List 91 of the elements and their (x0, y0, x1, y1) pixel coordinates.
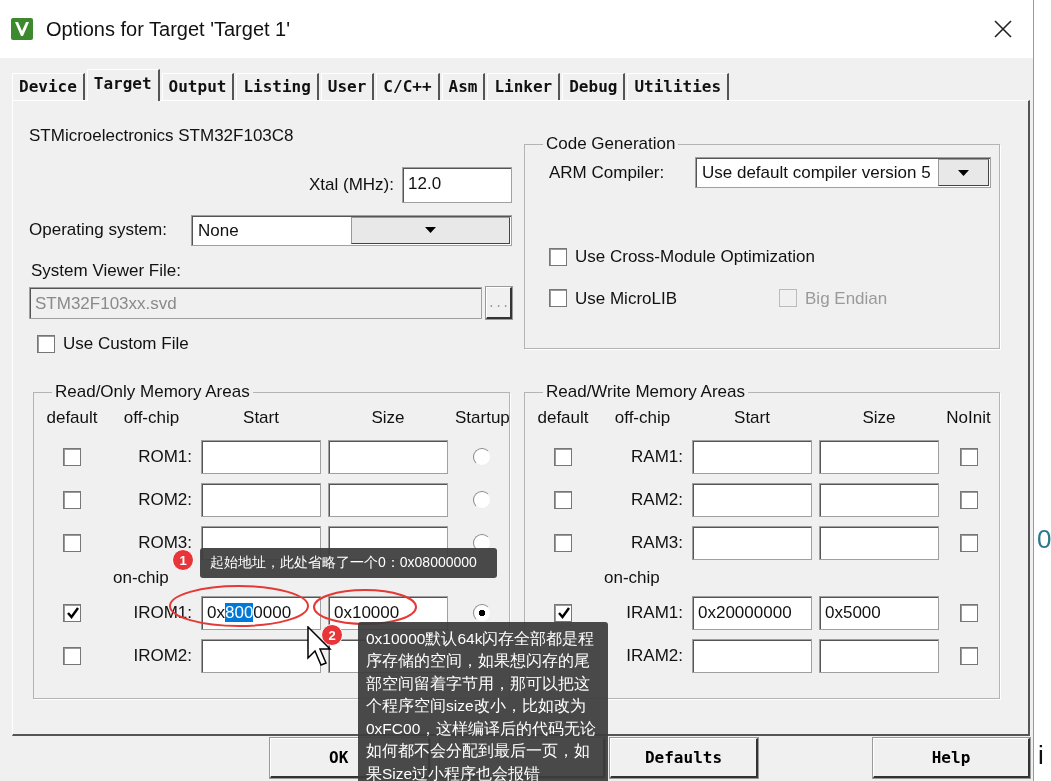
input-field[interactable] (819, 525, 939, 560)
checkbox[interactable] (549, 289, 567, 308)
checkbox[interactable] (554, 533, 572, 552)
column-header: off-chip (122, 407, 181, 429)
column-header: NoInit (946, 407, 991, 429)
field-label: Operating system: (29, 219, 168, 242)
close-icon (994, 20, 1012, 38)
row-label: IRAM2: (625, 644, 684, 667)
dialog-button[interactable]: Defaults (610, 738, 758, 778)
column-header: Size (861, 407, 897, 429)
column-header: Size (370, 407, 406, 429)
input-field[interactable] (328, 482, 448, 517)
tab[interactable]: Linker (487, 73, 561, 100)
radio-button[interactable] (473, 603, 492, 622)
tab[interactable]: Utilities (627, 73, 730, 100)
checkbox[interactable] (63, 533, 81, 552)
input-field[interactable] (692, 638, 812, 673)
row-label: RAM2: (630, 488, 684, 511)
checkbox-label: Big Endian (805, 287, 888, 310)
input-field[interactable] (692, 482, 812, 517)
dialog-button[interactable]: Help (873, 738, 1030, 778)
input-field[interactable] (692, 525, 812, 560)
checkbox[interactable] (959, 490, 978, 509)
checkbox[interactable] (63, 447, 81, 466)
row-label: IROM2: (132, 644, 193, 667)
checkbox[interactable] (63, 603, 81, 622)
tab[interactable]: Output (161, 73, 235, 100)
input-field[interactable]: 12.0 (402, 166, 512, 203)
input-field[interactable] (692, 439, 812, 474)
row-label: ROM2: (137, 488, 193, 511)
tab[interactable]: Device (12, 73, 85, 100)
checkbox-label: Use MicroLIB (575, 287, 678, 310)
group-title: Read/Only Memory Areas (54, 383, 251, 401)
row-label: RAM3: (630, 531, 684, 554)
input-field[interactable] (201, 439, 321, 474)
row-label: IRAM1: (625, 601, 684, 624)
checkbox[interactable] (959, 603, 978, 622)
dropdown-arrow-icon (957, 169, 969, 176)
checkbox[interactable] (63, 646, 81, 665)
checkbox-label: Use Custom File (63, 333, 189, 355)
field-label: ARM Compiler: (548, 161, 666, 184)
column-header: off-chip (613, 407, 672, 429)
input-field[interactable]: 0x20000000 (692, 595, 812, 630)
column-header: Startup (455, 407, 510, 429)
tab[interactable]: Listing (236, 73, 319, 100)
input-field[interactable] (819, 638, 939, 673)
checkbox[interactable] (549, 247, 567, 266)
input-field[interactable] (201, 482, 321, 517)
input-field[interactable]: 0x5000 (819, 595, 939, 630)
dropdown-arrow-icon (424, 227, 436, 233)
app-icon (10, 17, 34, 41)
dropdown[interactable]: None (191, 214, 512, 246)
tooltip: 0x10000默认64k闪存全部都是程序存储的空间，如果想闪存的尾部空间留着字节用，那可以把这个程序空间size改小，比如改为0xFC00，这样编译后的代码无论如何都不会分配到最后一页，如果Size过小程序也会报错 (358, 622, 608, 781)
checkbox[interactable] (959, 646, 978, 665)
column-header: Start (733, 407, 771, 429)
checkbox[interactable] (554, 490, 572, 509)
input-field[interactable] (201, 638, 321, 673)
group-title: Read/Write Memory Areas (545, 383, 747, 401)
field-label: Xtal (MHz): (309, 173, 394, 196)
row-label: ROM1: (137, 445, 193, 468)
tab[interactable]: Target (86, 69, 160, 101)
radio-button[interactable] (473, 447, 492, 466)
column-header: Start (242, 407, 280, 429)
section-label: on-chip (603, 568, 661, 587)
tab[interactable]: User (320, 73, 375, 100)
tooltip: 起始地址，此处省略了一个0：0x08000000 (200, 548, 497, 578)
checkbox-label: Use Cross-Module Optimization (575, 246, 815, 268)
column-header: default (536, 407, 590, 429)
column-header: default (45, 407, 99, 429)
checkbox[interactable] (554, 447, 572, 466)
window-title: Options for Target 'Target 1' (46, 17, 291, 42)
row-label: RAM1: (630, 445, 684, 468)
dropdown[interactable]: Use default compiler version 5 (695, 157, 991, 188)
checkbox[interactable] (959, 447, 978, 466)
checkbox[interactable] (63, 490, 81, 509)
text-fragment: i (1038, 739, 1044, 772)
radio-button[interactable] (473, 490, 492, 509)
section-label: on-chip (112, 568, 170, 587)
tab[interactable]: C/C++ (376, 73, 440, 100)
input-field[interactable] (328, 439, 448, 474)
input-field[interactable] (819, 439, 939, 474)
field-label: System Viewer File: (31, 260, 181, 280)
checkbox[interactable] (37, 334, 55, 353)
text-fragment: 0 (1037, 523, 1051, 556)
device-name: STMicroelectronics STM32F103C8 (29, 126, 294, 145)
tab[interactable]: Asm (441, 73, 486, 100)
checkbox[interactable] (959, 533, 978, 552)
input-field[interactable] (819, 482, 939, 517)
tab[interactable]: Debug (562, 73, 626, 100)
group-title: Code Generation (545, 135, 677, 153)
checkbox[interactable] (554, 603, 572, 622)
